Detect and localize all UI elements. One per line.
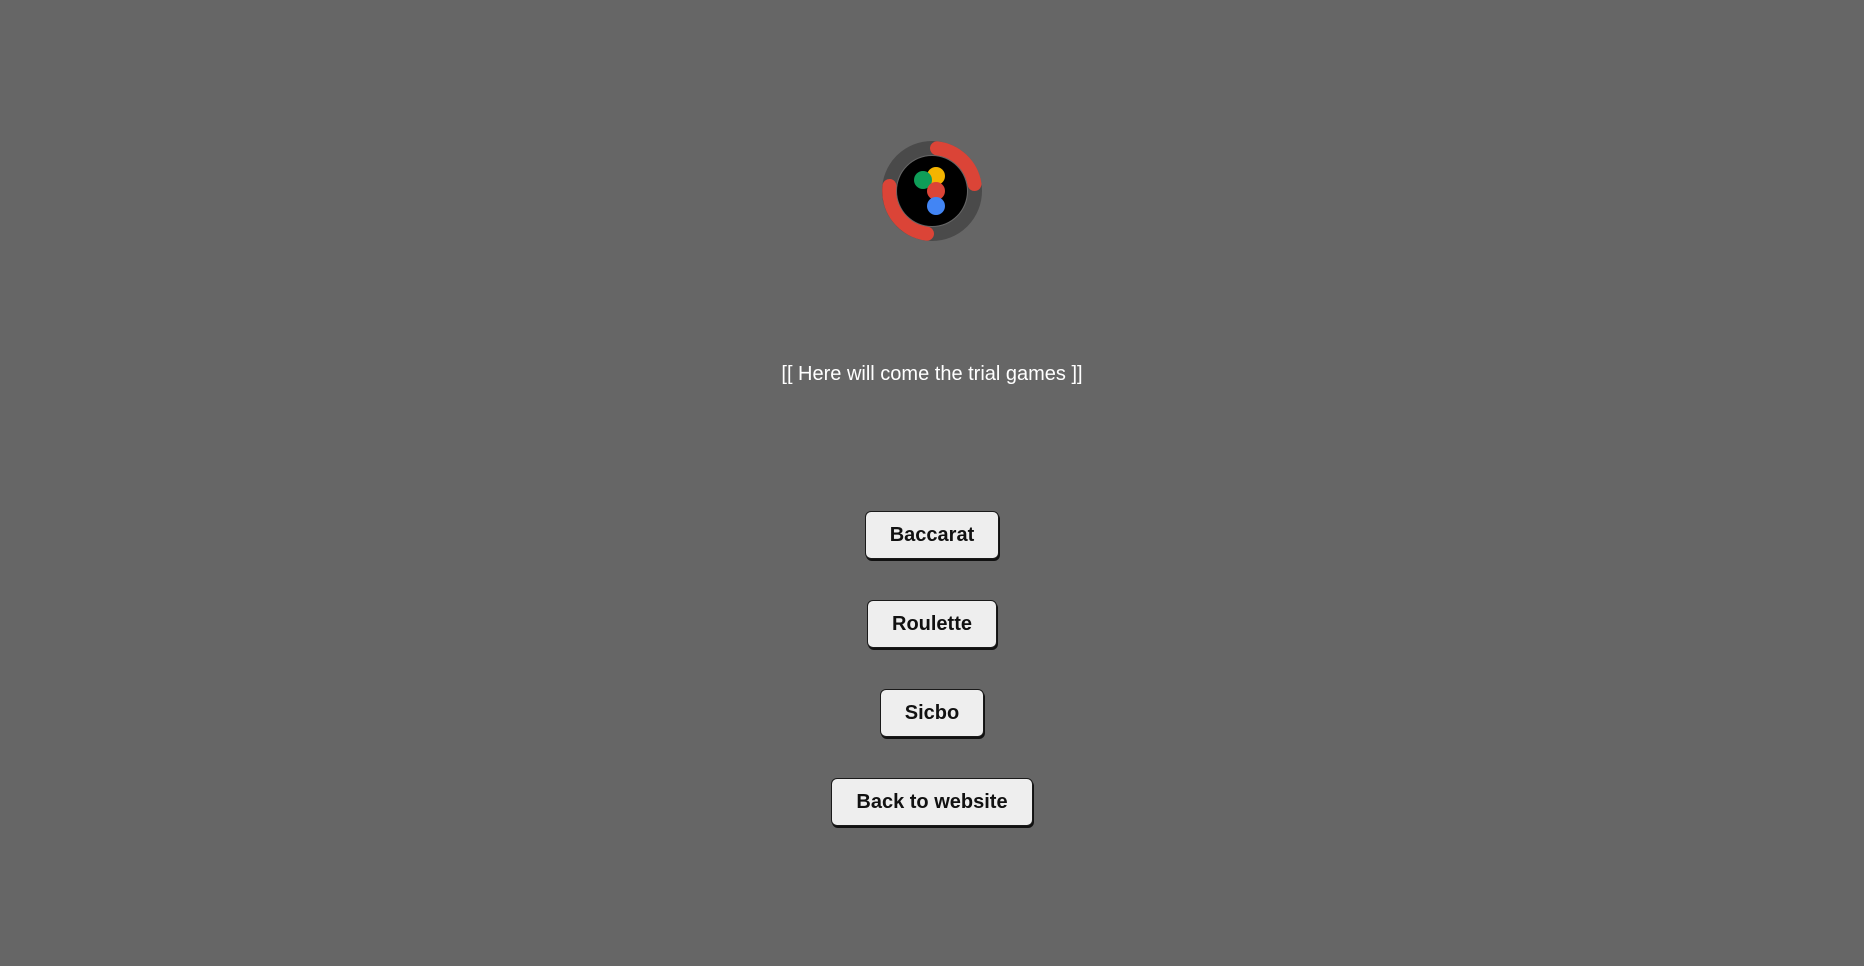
sicbo-button[interactable]: Sicbo (879, 689, 985, 737)
back-to-website-button[interactable]: Back to website (831, 778, 1033, 826)
trial-games-placeholder: [[ Here will come the trial games ]] (781, 363, 1083, 385)
roulette-button[interactable]: Roulette (867, 600, 997, 648)
page: [[ Here will come the trial games ]] Bac… (0, 0, 1864, 966)
roulette-logo-icon (882, 141, 982, 241)
baccarat-button[interactable]: Baccarat (864, 511, 1000, 559)
game-menu: Baccarat Roulette Sicbo Back to website (0, 511, 1864, 826)
